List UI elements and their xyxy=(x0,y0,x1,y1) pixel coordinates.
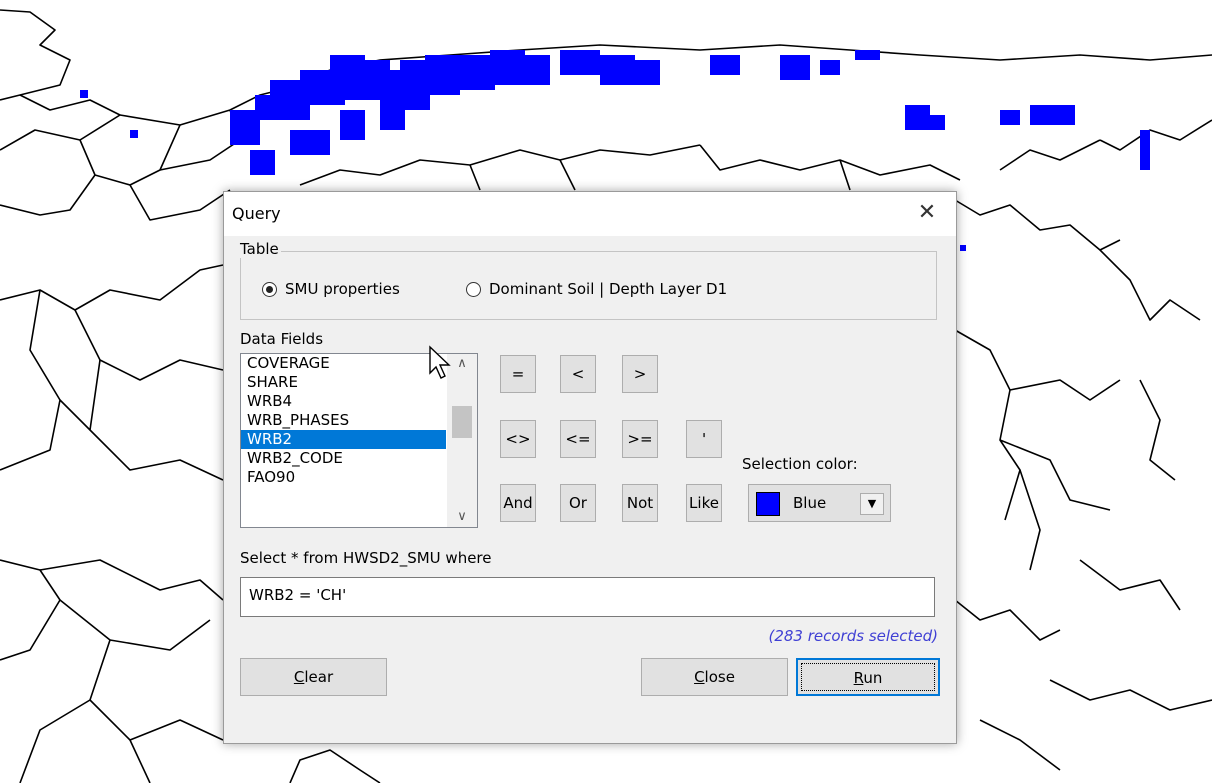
focus-rect xyxy=(801,663,935,691)
radio-smu-properties[interactable]: SMU properties xyxy=(262,280,400,298)
radio-unchecked-icon xyxy=(466,281,481,297)
list-item-selected[interactable]: WRB2 xyxy=(241,430,446,449)
clear-button[interactable]: Clear xyxy=(240,658,387,696)
data-fields-label: Data Fields xyxy=(240,330,324,348)
table-group-label: Table xyxy=(238,240,281,258)
close-button-label: lose xyxy=(704,668,735,686)
close-button[interactable]: Close xyxy=(641,658,788,696)
less-equal-button[interactable]: <= xyxy=(560,420,596,458)
not-equal-button[interactable]: <> xyxy=(500,420,536,458)
list-item[interactable]: FAO90 xyxy=(241,468,446,487)
or-button[interactable]: Or xyxy=(560,484,596,522)
clear-button-label: lear xyxy=(304,668,334,686)
radio-checked-icon xyxy=(262,281,277,297)
query-dialog: Query ✕ Table SMU properties Dominant So… xyxy=(223,191,957,744)
greater-than-button[interactable]: > xyxy=(622,355,658,393)
run-button[interactable]: Run xyxy=(796,658,940,696)
color-swatch xyxy=(756,492,780,516)
list-item[interactable]: WRB_PHASES xyxy=(241,411,446,430)
records-selected-status: (283 records selected) xyxy=(768,627,938,645)
like-button[interactable]: Like xyxy=(686,484,722,522)
equals-button[interactable]: = xyxy=(500,355,536,393)
scroll-down-icon[interactable]: ∨ xyxy=(447,507,477,527)
selection-color-label: Selection color: xyxy=(742,455,858,473)
radio-dominant-soil[interactable]: Dominant Soil | Depth Layer D1 xyxy=(466,280,727,298)
list-item[interactable]: COVERAGE xyxy=(241,354,446,373)
scroll-thumb[interactable] xyxy=(452,406,472,438)
radio-dominant-soil-label: Dominant Soil | Depth Layer D1 xyxy=(489,280,728,298)
selection-color-value: Blue xyxy=(793,494,827,512)
not-button[interactable]: Not xyxy=(622,484,658,522)
greater-equal-button[interactable]: >= xyxy=(622,420,658,458)
radio-smu-properties-label: SMU properties xyxy=(285,280,400,298)
list-item[interactable]: WRB4 xyxy=(241,392,446,411)
list-item[interactable]: SHARE xyxy=(241,373,446,392)
sql-prefix-label: Select * from HWSD2_SMU where xyxy=(240,549,492,567)
close-button-mnemonic: C xyxy=(694,668,705,686)
mouse-cursor-icon xyxy=(429,345,451,379)
selection-color-dropdown[interactable]: Blue ▼ xyxy=(748,484,891,522)
dialog-titlebar[interactable]: Query ✕ xyxy=(224,192,956,236)
dropdown-arrow-icon[interactable]: ▼ xyxy=(860,493,884,515)
quote-button[interactable]: ' xyxy=(686,420,722,458)
query-input[interactable]: WRB2 = 'CH' xyxy=(240,577,935,617)
and-button[interactable]: And xyxy=(500,484,536,522)
close-icon[interactable]: ✕ xyxy=(912,198,942,228)
dialog-title: Query xyxy=(232,204,281,223)
less-than-button[interactable]: < xyxy=(560,355,596,393)
list-item[interactable]: WRB2_CODE xyxy=(241,449,446,468)
clear-button-mnemonic: C xyxy=(293,668,305,686)
